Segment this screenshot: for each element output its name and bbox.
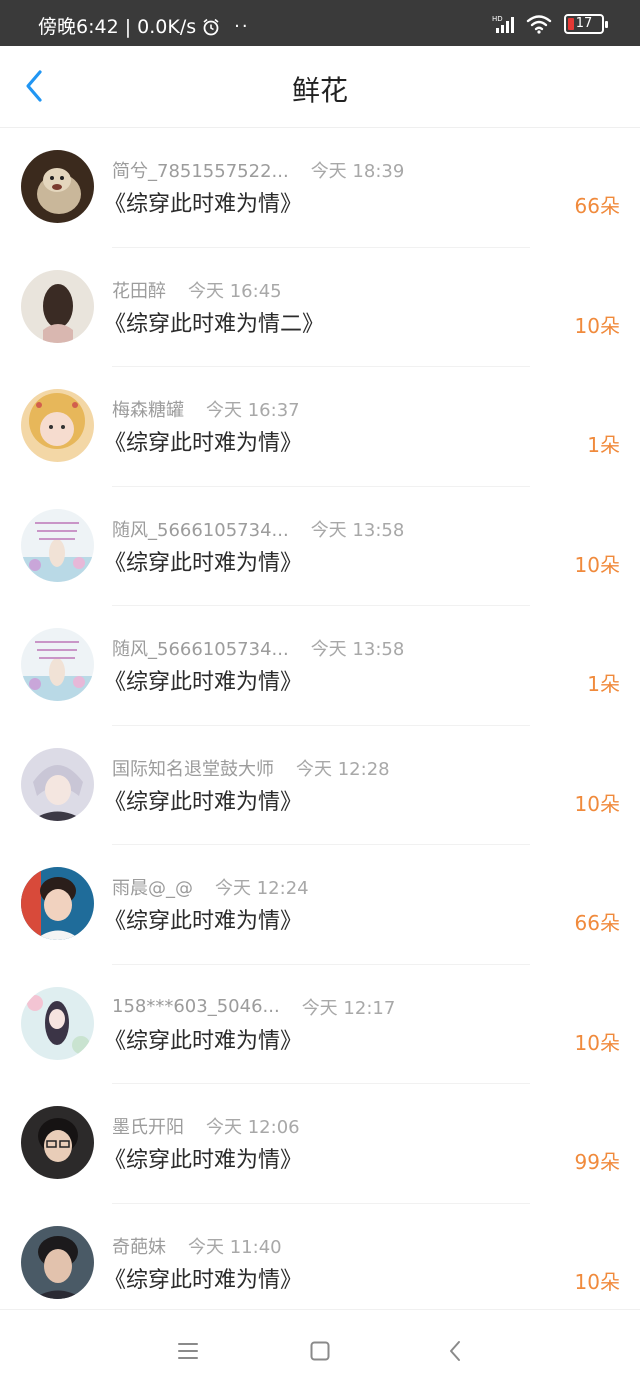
user-name[interactable]: 158***603_5046... (112, 996, 280, 1017)
book-title[interactable]: 《综穿此时难为情》 (104, 549, 302, 579)
item-meta: 简兮_7851557522... 今天 18:39 (112, 158, 404, 182)
timestamp: 今天 13:58 (310, 519, 405, 541)
book-title[interactable]: 《综穿此时难为情》 (104, 1146, 302, 1176)
list-item[interactable]: 梅森糖罐 今天 16:37 《综穿此时难为情》 1朵 (0, 367, 640, 487)
avatar[interactable] (21, 269, 94, 343)
list-item[interactable]: 随风_5666105734... 今天 13:58 《综穿此时难为情》 1朵 (0, 606, 640, 726)
user-name[interactable]: 梅森糖罐 (112, 396, 184, 422)
status-dots: ·· (234, 16, 250, 37)
list-item[interactable]: 158***603_5046... 今天 12:17 《综穿此时难为情》 10朵 (0, 965, 640, 1084)
timestamp: 今天 12:06 (206, 1117, 300, 1138)
list-item[interactable]: 墨氏开阳 今天 12:06 《综穿此时难为情》 99朵 (0, 1084, 640, 1204)
user-name[interactable]: 国际知名退堂鼓大师 (112, 755, 274, 781)
user-name[interactable]: 随风_5666105734... (112, 516, 289, 542)
battery-icon: 17 (564, 14, 608, 34)
menu-icon (178, 1343, 198, 1359)
wifi-icon (526, 14, 552, 34)
avatar[interactable] (21, 1225, 94, 1299)
avatar[interactable] (21, 150, 94, 223)
book-title[interactable]: 《综穿此时难为情》 (104, 190, 302, 220)
flower-count: 10朵 (574, 791, 620, 816)
avatar[interactable] (21, 747, 94, 821)
timestamp: 今天 18:39 (310, 161, 405, 182)
item-meta: 奇葩妹 今天 11:40 (112, 1234, 282, 1258)
battery-level: 17 (575, 16, 593, 31)
item-meta: 墨氏开阳 今天 12:06 (112, 1114, 300, 1138)
item-meta: 花田醉 今天 16:45 (112, 278, 282, 302)
timestamp: 今天 12:28 (296, 758, 390, 780)
user-name[interactable]: 奇葩妹 (112, 1233, 166, 1259)
status-left: 傍晚6:42 | 0.0K/s ·· (38, 15, 250, 39)
home-button[interactable] (305, 1336, 335, 1366)
page-title: 鲜花 (291, 74, 348, 107)
timestamp: 今天 13:58 (310, 639, 405, 660)
system-nav-bar (0, 1309, 640, 1387)
book-title[interactable]: 《综穿此时难为情》 (104, 1266, 302, 1296)
flower-count: 66朵 (574, 194, 620, 218)
avatar[interactable] (21, 508, 94, 582)
timestamp: 今天 16:37 (206, 400, 300, 421)
item-meta: 梅森糖罐 今天 16:37 (112, 397, 300, 421)
avatar[interactable] (21, 389, 94, 462)
nav-bar: 鲜花 (0, 46, 640, 128)
book-title[interactable]: 《综穿此时难为情》 (104, 907, 302, 937)
book-title[interactable]: 《综穿此时难为情》 (104, 429, 302, 459)
system-back-button[interactable] (440, 1336, 470, 1366)
flower-count: 1朵 (587, 433, 620, 457)
user-name[interactable]: 花田醉 (112, 277, 166, 303)
list-item[interactable]: 国际知名退堂鼓大师 今天 12:28 《综穿此时难为情》 10朵 (0, 726, 640, 845)
user-name[interactable]: 雨晨@_@ (112, 874, 193, 900)
book-title[interactable]: 《综穿此时难为情》 (104, 1027, 302, 1057)
timestamp: 今天 16:45 (188, 280, 282, 302)
flower-list: 简兮_7851557522... 今天 18:39 《综穿此时难为情》 66朵 … (0, 128, 640, 1323)
back-chevron-icon (450, 1341, 460, 1361)
user-name[interactable]: 随风_5666105734... (112, 635, 289, 661)
timestamp: 今天 11:40 (188, 1236, 282, 1258)
item-meta: 随风_5666105734... 今天 13:58 (112, 636, 404, 660)
avatar[interactable] (21, 628, 94, 701)
flower-count: 10朵 (574, 1030, 620, 1055)
item-meta: 国际知名退堂鼓大师 今天 12:28 (112, 756, 390, 780)
flower-count: 1朵 (587, 672, 620, 696)
user-name[interactable]: 墨氏开阳 (112, 1113, 184, 1139)
status-bar: 傍晚6:42 | 0.0K/s ·· HD 17 (0, 0, 640, 46)
menu-button[interactable] (173, 1336, 203, 1366)
list-item[interactable]: 随风_5666105734... 今天 13:58 《综穿此时难为情》 10朵 (0, 487, 640, 606)
list-item[interactable]: 雨晨@_@ 今天 12:24 《综穿此时难为情》 66朵 (0, 845, 640, 965)
avatar[interactable] (21, 867, 94, 940)
flower-count: 10朵 (574, 552, 620, 577)
item-meta: 158***603_5046... 今天 12:17 (112, 995, 395, 1019)
book-title[interactable]: 《综穿此时难为情》 (104, 788, 302, 818)
avatar[interactable] (21, 1106, 94, 1179)
flower-count: 66朵 (574, 911, 620, 935)
avatar[interactable] (21, 986, 94, 1060)
status-right: HD 17 (492, 14, 608, 34)
flower-count: 99朵 (574, 1150, 620, 1174)
timestamp: 今天 12:17 (301, 997, 396, 1019)
list-item[interactable]: 简兮_7851557522... 今天 18:39 《综穿此时难为情》 66朵 (0, 128, 640, 248)
timestamp: 今天 12:24 (215, 878, 309, 899)
status-time: 傍晚6:42 | 0.0K/s (38, 16, 197, 38)
user-name[interactable]: 简兮_7851557522... (112, 157, 289, 183)
svg-text:HD: HD (492, 15, 503, 23)
alarm-icon (202, 18, 220, 36)
flower-count: 10朵 (574, 313, 620, 338)
item-meta: 雨晨@_@ 今天 12:24 (112, 875, 309, 899)
item-meta: 随风_5666105734... 今天 13:58 (112, 517, 404, 541)
list-item[interactable]: 花田醉 今天 16:45 《综穿此时难为情二》 10朵 (0, 248, 640, 367)
home-square-icon (310, 1341, 330, 1361)
book-title[interactable]: 《综穿此时难为情》 (104, 668, 302, 698)
signal-icon: HD (492, 14, 518, 34)
flower-count: 10朵 (574, 1269, 620, 1294)
book-title[interactable]: 《综穿此时难为情二》 (104, 310, 324, 340)
list-item[interactable]: 奇葩妹 今天 11:40 《综穿此时难为情》 10朵 (0, 1204, 640, 1324)
